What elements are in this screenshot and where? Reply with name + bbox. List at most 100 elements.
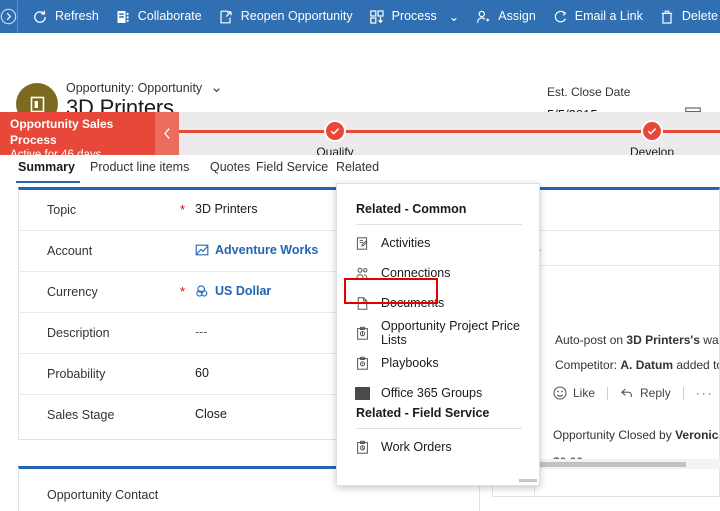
process-label: Process [391,9,437,24]
menu-item-label: Office 365 Groups [381,386,483,400]
required-marker: * [180,284,186,299]
assign-label: Assign [498,9,536,24]
menu-item-label: Activities [381,236,431,250]
menu-item-work-orders[interactable]: Work Orders [349,434,535,460]
command-bar: Refresh Collaborate Reopen Opportunity P… [0,0,720,33]
active-tab-underline [16,181,80,183]
field-value-probability[interactable]: 60 [195,366,209,380]
menu-scroll-indicator [519,479,537,482]
chevron-down-icon: ⌄ [448,10,460,24]
tab-quotes[interactable]: Quotes [208,155,252,185]
chevron-down-icon: ⌄ [210,79,223,96]
related-flyout-menu: Related - Common Activities Connections [336,183,540,486]
refresh-icon [34,10,46,23]
est-close-date-label: Est. Close Date [547,85,631,99]
process-button[interactable]: Process ⌄ [362,0,469,33]
refresh-label: Refresh [55,9,99,24]
process-stage-develop[interactable]: Develop [607,120,697,159]
reopen-opportunity-button[interactable]: Reopen Opportunity [211,0,362,33]
divider [356,224,522,225]
check-icon [647,128,657,135]
section-title: Opportunity Contact [47,488,159,502]
menu-group-title-field-service: Related - Field Service [356,406,490,420]
menu-item-documents[interactable]: Documents [349,290,535,316]
assign-person-icon [477,10,490,23]
entity-label: Opportunity: Opportunity [66,81,203,95]
divider [356,428,522,429]
tab-related[interactable]: Related [334,155,381,185]
office365-group-icon [355,386,370,400]
entity-breadcrumb[interactable]: Opportunity: Opportunity ⌄ [66,79,223,96]
expand-command-bar-button[interactable] [0,0,18,33]
email-a-link-button[interactable]: Email a Link [545,0,652,33]
reopen-opportunity-label: Reopen Opportunity [240,9,353,24]
tab-label: Summary [18,160,75,174]
stage-complete-check [641,120,663,142]
tab-label: Related [336,160,380,174]
field-value-description[interactable]: --- [195,325,208,339]
field-value-sales-stage[interactable]: Close [195,407,227,421]
stage-complete-check [324,120,346,142]
menu-item-office-365-groups[interactable]: Office 365 Groups [349,380,535,406]
menu-item-opportunity-project-price-lists[interactable]: Opportunity Project Price Lists [349,319,535,347]
field-label: Currency [47,285,98,299]
required-marker: * [180,202,186,217]
field-value-account[interactable]: Adventure Works [195,243,318,257]
field-value-currency[interactable]: US Dollar [195,284,271,298]
timeline-post-actions: Like Reply ··· [553,386,719,400]
tab-field-service[interactable]: Field Service [254,155,330,185]
menu-item-label: Playbooks [381,356,439,370]
playbook-icon [357,356,368,370]
tab-label: Field Service [256,160,329,174]
field-label: Description [47,326,110,340]
tab-strip: Summary Product line items Quotes Field … [0,155,720,332]
record-header: Opportunity: Opportunity ⌄ 3D Printers R… [0,33,720,127]
menu-item-connections[interactable]: Connections [349,260,535,286]
process-icon [369,9,384,24]
collaborate-label: Collaborate [137,9,202,24]
field-label: Topic [47,203,77,217]
timeline-post-closed: Opportunity Closed by Veronica C [553,428,719,442]
tab-label: Product line items [90,160,190,174]
opportunity-record-icon [30,96,44,112]
collapse-process-button[interactable] [155,112,179,155]
menu-item-playbooks[interactable]: Playbooks [349,350,535,376]
menu-item-label: Connections [381,266,451,280]
process-stage-qualify[interactable]: Qualify [290,120,380,159]
collaborate-button[interactable]: Collaborate [108,0,211,33]
closed-by-user: Veronica C [675,428,719,442]
tab-summary[interactable]: Summary [16,155,80,185]
menu-group-title-common: Related - Common [356,202,467,216]
menu-item-activities[interactable]: Activities [349,230,535,256]
price-list-icon [357,326,368,340]
check-icon [330,128,340,135]
more-actions-button[interactable]: ··· [684,386,719,400]
process-name: Opportunity Sales Process [10,117,114,147]
activity-clipboard-icon [356,236,368,250]
connections-people-icon [356,267,368,278]
business-process-flow: Opportunity Sales Process Active for 46 … [0,112,720,161]
reply-button[interactable]: Reply [608,386,683,400]
tab-label: Quotes [210,160,251,174]
menu-item-label: Work Orders [381,440,452,454]
assign-button[interactable]: Assign [468,0,545,33]
chevron-left-icon [163,128,170,139]
field-label: Probability [47,367,106,381]
competitor-name: A. Datum [620,358,674,372]
delete-button[interactable]: Delete [652,0,720,33]
currency-link-text: US Dollar [215,284,272,298]
email-a-link-label: Email a Link [574,9,643,24]
delete-label: Delete [681,9,719,24]
crm-opportunity-form: Refresh Collaborate Reopen Opportunity P… [0,0,720,511]
currency-icon [196,285,208,297]
timeline-post-competitor: Competitor: A. Datum added to O [555,358,719,372]
menu-item-label: Opportunity Project Price Lists [381,319,520,347]
refresh-button[interactable]: Refresh [18,0,108,33]
reply-arrow-icon [620,388,632,397]
tab-product-line-items[interactable]: Product line items [88,155,191,185]
process-name-block[interactable]: Opportunity Sales Process Active for 46 … [0,112,155,161]
post-record-name: 3D Printers's [626,333,700,347]
work-order-icon [357,440,368,454]
field-value-topic[interactable]: 3D Printers [195,202,258,216]
like-button[interactable]: Like [553,386,607,400]
